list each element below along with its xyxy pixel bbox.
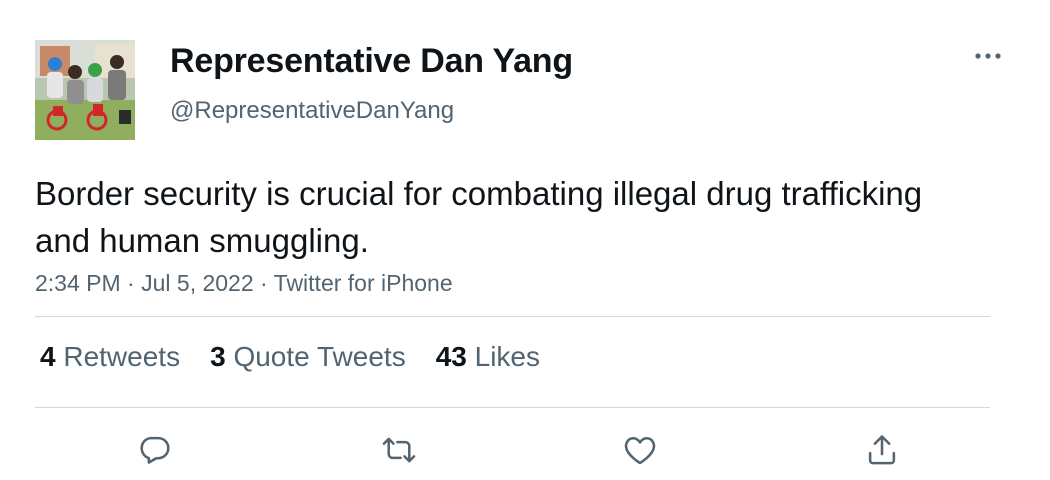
retweets-stat[interactable]: 4 Retweets bbox=[40, 341, 180, 373]
retweets-count: 4 bbox=[40, 341, 56, 372]
tweet-stats: 4 Retweets 3 Quote Tweets 43 Likes bbox=[40, 341, 570, 373]
more-options-button[interactable] bbox=[968, 44, 1008, 68]
more-icon bbox=[975, 53, 1001, 59]
divider bbox=[35, 407, 990, 408]
author-handle[interactable]: @RepresentativeDanYang bbox=[170, 97, 454, 125]
like-icon bbox=[624, 437, 656, 465]
divider bbox=[35, 316, 990, 317]
tweet-source[interactable]: Twitter for iPhone bbox=[274, 270, 453, 296]
reply-icon bbox=[140, 436, 170, 464]
meta-separator: · bbox=[120, 270, 142, 296]
share-button[interactable] bbox=[860, 428, 904, 472]
author-display-name[interactable]: Representative Dan Yang bbox=[170, 42, 573, 81]
share-icon bbox=[868, 435, 896, 465]
retweet-icon bbox=[382, 437, 416, 463]
reply-button[interactable] bbox=[133, 428, 177, 472]
likes-label: Likes bbox=[474, 341, 541, 372]
likes-count: 43 bbox=[435, 341, 467, 372]
quote-tweets-stat[interactable]: 3 Quote Tweets bbox=[210, 341, 406, 373]
avatar[interactable] bbox=[35, 40, 135, 140]
retweet-button[interactable] bbox=[377, 428, 421, 472]
quote-tweets-count: 3 bbox=[210, 341, 226, 372]
tweet-date[interactable]: Jul 5, 2022 bbox=[141, 270, 254, 296]
tweet-meta: 2:34 PM · Jul 5, 2022 · Twitter for iPho… bbox=[35, 270, 453, 297]
like-button[interactable] bbox=[618, 428, 662, 472]
avatar-photo bbox=[35, 40, 135, 140]
tweet-time[interactable]: 2:34 PM bbox=[35, 270, 121, 296]
tweet-text: Border security is crucial for combating… bbox=[35, 175, 923, 259]
likes-stat[interactable]: 43 Likes bbox=[436, 341, 540, 373]
retweets-label: Retweets bbox=[63, 341, 181, 372]
meta-separator: · bbox=[253, 270, 274, 296]
quote-tweets-label: Quote Tweets bbox=[233, 341, 406, 372]
